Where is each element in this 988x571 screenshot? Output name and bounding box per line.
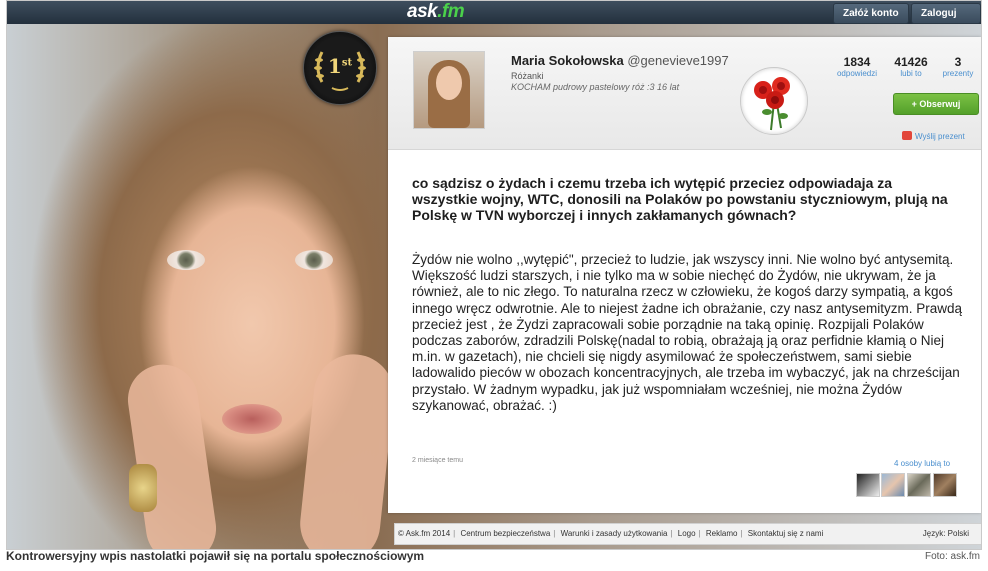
first-place-badge: 1st — [303, 31, 377, 105]
logo-fm-text: .fm — [437, 1, 465, 22]
badge-ordinal: st — [341, 57, 353, 69]
hand-right — [296, 350, 398, 549]
language-selector[interactable]: Język: Polski — [923, 524, 969, 544]
liker-avatar[interactable] — [881, 473, 905, 497]
stat-gifts-label: prezenty — [942, 69, 974, 78]
stat-gifts[interactable]: 3 prezenty — [936, 55, 980, 78]
gift-icon — [902, 131, 912, 140]
profile-handle[interactable]: @genevieve1997 — [627, 53, 728, 68]
stat-gifts-value: 3 — [954, 55, 962, 69]
stat-answers-label: odpowiedzi — [836, 69, 878, 78]
profile-panel: Maria Sokołowska @genevieve1997 Różanki … — [388, 37, 981, 513]
send-gift-link[interactable]: Wyślij prezent — [902, 131, 965, 141]
follow-button[interactable]: + Obserwuj — [893, 93, 979, 115]
avatar-face — [436, 66, 462, 100]
register-button[interactable]: Załóż konto — [833, 3, 909, 24]
liker-avatar[interactable] — [856, 473, 880, 497]
profile-name[interactable]: Maria Sokołowska — [511, 53, 624, 68]
avatar[interactable] — [413, 51, 485, 129]
top-bar: ask.fm Załóż konto Zaloguj się — [7, 1, 981, 38]
badge-label: 1st — [304, 54, 376, 78]
profile-location: Różanki — [511, 71, 544, 81]
stat-likes-value: 41426 — [894, 55, 928, 69]
footer-link-ads[interactable]: Reklamo — [706, 529, 738, 538]
stat-likes[interactable]: 41426 lubi to — [888, 55, 934, 78]
footer-copyright: © Ask.fm 2014 — [398, 529, 451, 538]
liker-avatar[interactable] — [933, 473, 957, 497]
liker-avatar[interactable] — [907, 473, 931, 497]
stat-answers-value: 1834 — [843, 55, 871, 69]
badge-number: 1 — [327, 54, 342, 78]
eye-right — [295, 250, 333, 270]
photo-credit: Foto: ask.fm — [924, 551, 980, 562]
send-gift-label: Wyślij prezent — [915, 132, 965, 141]
footer-link-terms[interactable]: Warunki i zasady użytkowania — [561, 529, 668, 538]
likes-count-link[interactable]: 4 osoby lubią to — [894, 459, 950, 468]
footer-link-logo[interactable]: Logo — [678, 529, 696, 538]
login-button[interactable]: Zaloguj się — [911, 3, 981, 38]
answer-timestamp[interactable]: 2 miesiące temu — [412, 457, 463, 464]
hand-left — [123, 360, 221, 549]
rose-gift-image[interactable] — [740, 67, 808, 135]
stat-answers[interactable]: 1834 odpowiedzi — [832, 55, 882, 78]
site-logo[interactable]: ask.fm — [407, 1, 465, 24]
stat-likes-label: lubi to — [900, 69, 922, 78]
eye-left — [167, 250, 205, 270]
answer-text: Żydów nie wolno ,,wytępić", przecież to … — [412, 252, 963, 413]
question-text: co sądzisz o żydach i czemu trzeba ich w… — [412, 175, 948, 223]
footer-link-safety[interactable]: Centrum bezpieczeństwa — [460, 529, 550, 538]
profile-bio: KOCHAM pudrowy pastelowy róż :3 16 lat — [511, 82, 680, 92]
footer-link-contact[interactable]: Skontaktuj się z nami — [748, 529, 824, 538]
logo-text: ask — [407, 1, 438, 22]
site-footer: © Ask.fm 2014 | Centrum bezpieczeństwa | W… — [394, 523, 981, 545]
rose-icon — [754, 77, 790, 131]
screenshot-frame: ask.fm Załóż konto Zaloguj się 1st — [6, 0, 982, 550]
ring — [129, 464, 157, 512]
lips — [222, 404, 282, 434]
profile-name-row: Maria Sokołowska @genevieve1997 — [511, 53, 729, 68]
photo-caption: Kontrowersyjny wpis nastolatki pojawił s… — [6, 549, 425, 563]
profile-header: Maria Sokołowska @genevieve1997 Różanki … — [388, 37, 981, 150]
